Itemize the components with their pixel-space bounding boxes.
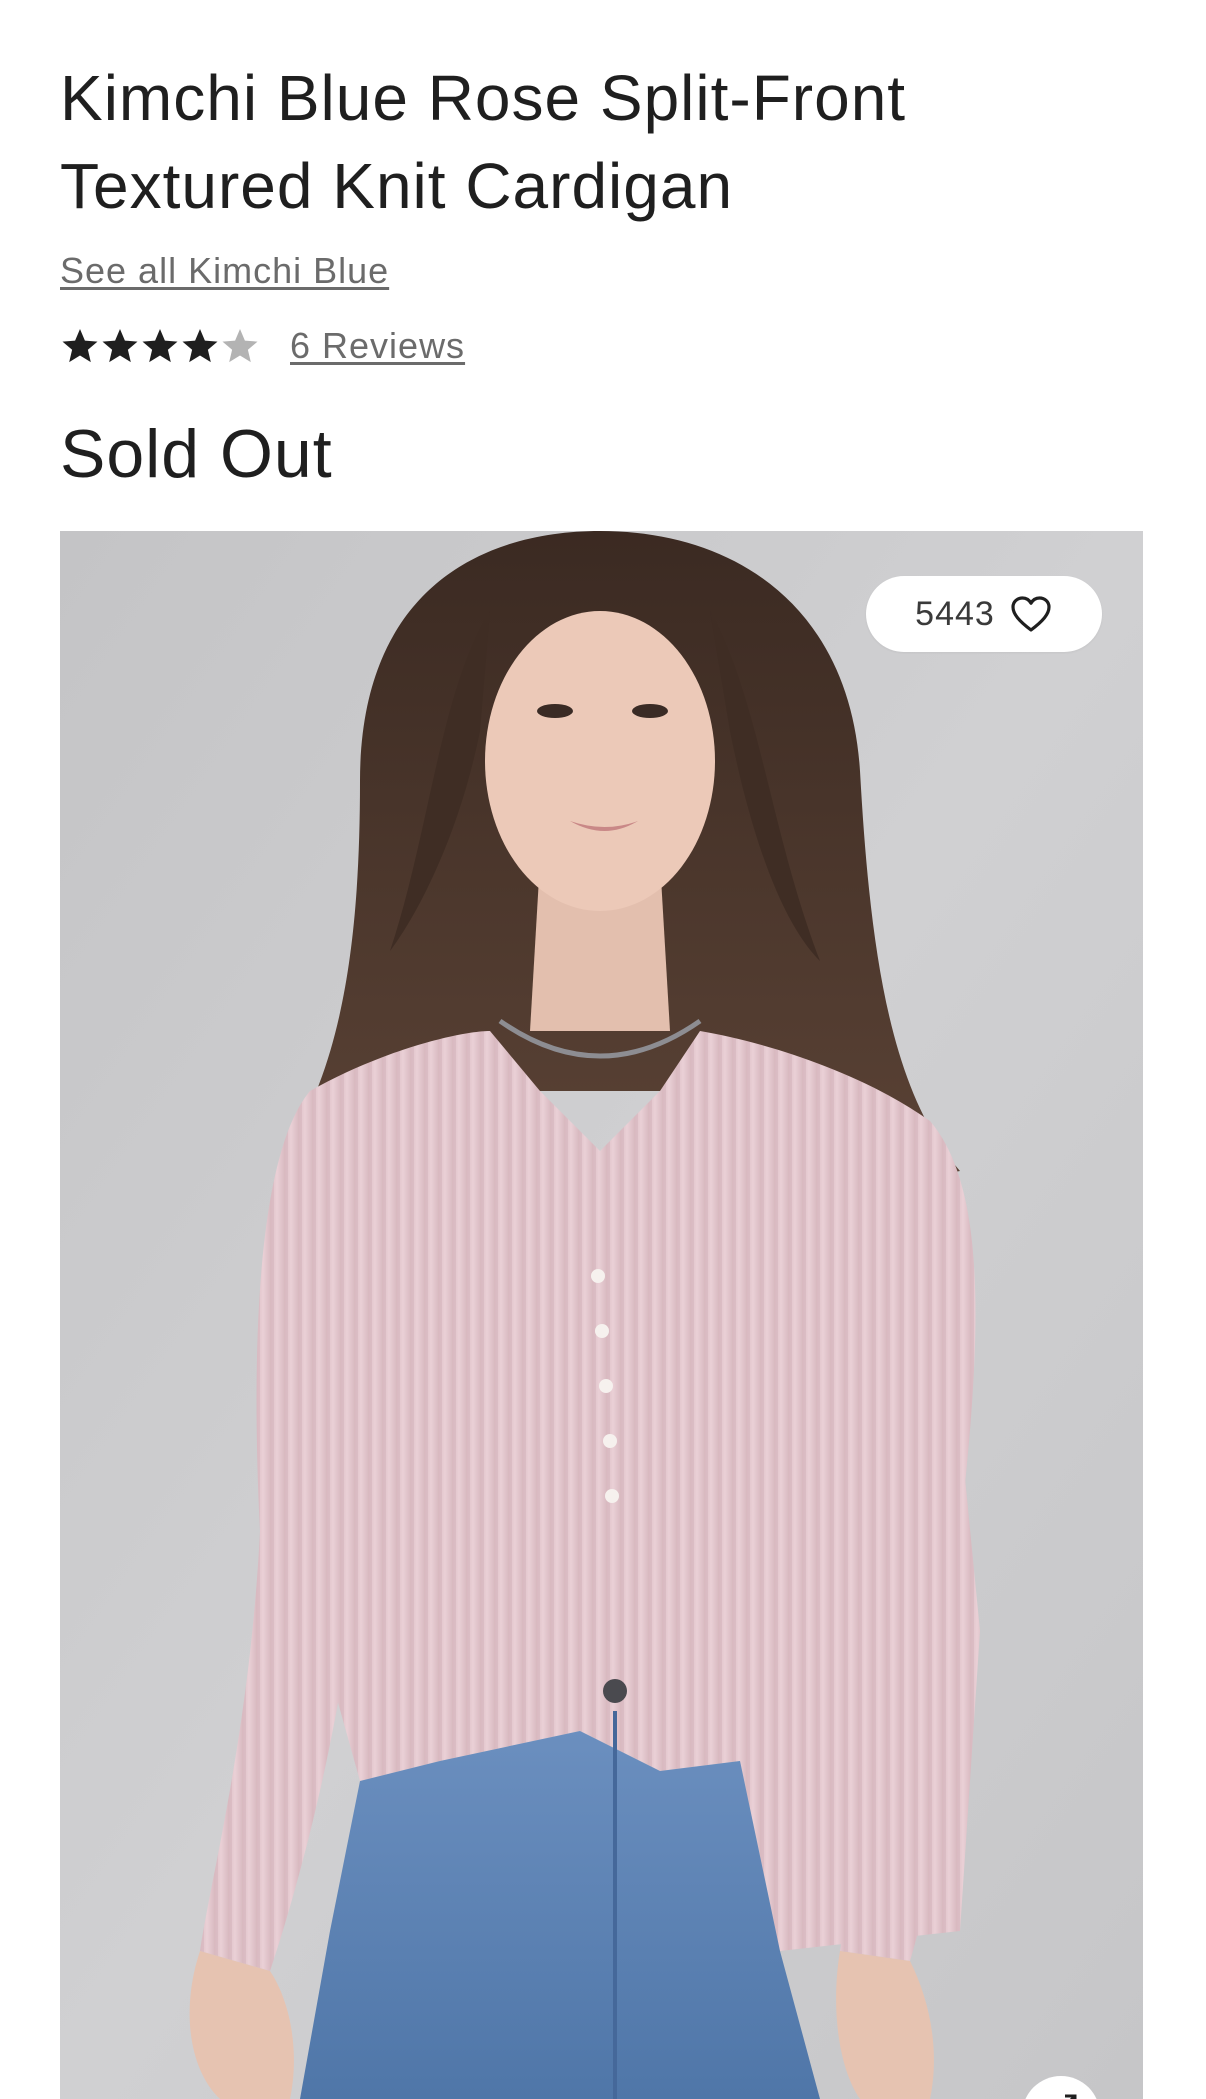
product-title: Kimchi Blue Rose Split-Front Textured Kn… [60, 62, 907, 222]
star-rating [60, 326, 260, 366]
star-empty-icon [222, 329, 258, 363]
star-filled-icon [102, 329, 138, 363]
sold-out-status: Sold Out [60, 416, 333, 492]
product-photo [60, 531, 1143, 2099]
star-filled-icon [182, 329, 218, 363]
favorite-count: 5443 [915, 594, 995, 633]
see-all-brand-link[interactable]: See all Kimchi Blue [60, 248, 389, 294]
star-filled-icon [142, 329, 178, 363]
heart-outline-icon [1011, 596, 1051, 632]
reviews-link[interactable]: 6 Reviews [290, 323, 465, 369]
rating-row: 6 Reviews [60, 322, 465, 370]
product-image-gallery[interactable]: 5443 [60, 531, 1143, 2099]
favorite-button[interactable]: 5443 [866, 576, 1102, 652]
expand-arrows-icon [1065, 2094, 1077, 2099]
product-page: Kimchi Blue Rose Split-Front Textured Kn… [0, 0, 1206, 2099]
star-filled-icon [62, 329, 98, 363]
